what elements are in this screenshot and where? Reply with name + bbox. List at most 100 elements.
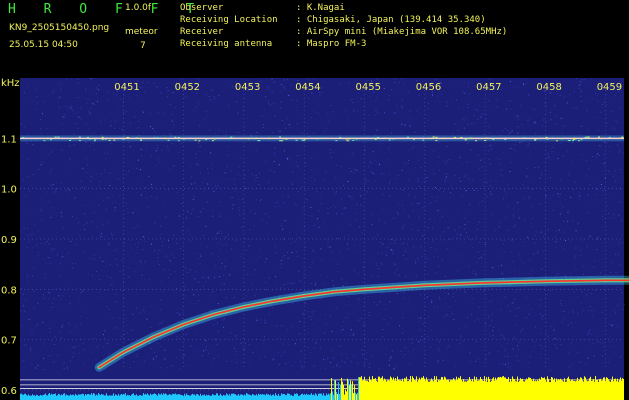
noise-speck [59,96,61,98]
noise-speck [138,127,139,128]
noise-speck [222,319,224,321]
noise-speck [313,347,315,349]
level-bar [245,395,246,400]
noise-speck [540,332,542,334]
level-bar [444,376,445,400]
noise-speck [492,330,494,332]
noise-speck [427,119,429,121]
noise-speck [281,263,282,265]
noise-speck [92,103,94,105]
noise-speck [554,105,556,107]
steady-signal-speck [465,138,468,140]
noise-speck [58,106,60,108]
level-bar [375,378,376,400]
noise-speck [55,191,57,193]
noise-speck [85,88,87,90]
noise-speck [324,314,326,316]
noise-speck [574,182,576,184]
steady-signal-speck [214,138,217,140]
x-axis-ticks: 0451045204530454045504560457045804590500 [114,82,622,93]
noise-speck [234,270,236,272]
noise-speck [540,353,542,355]
level-bar [112,395,113,400]
noise-speck [311,215,313,217]
noise-speck [422,207,424,209]
noise-speck [478,221,480,223]
level-bar [89,394,90,400]
noise-speck [176,287,178,289]
noise-speck [123,333,125,335]
noise-speck [27,227,29,229]
info-value: : AirSpy mini (Miakejima VOR 108.65MHz) [296,27,508,37]
noise-speck [565,240,566,241]
level-bar [214,395,215,400]
noise-speck [93,149,95,151]
level-bar [230,395,231,400]
noise-speck [130,122,131,124]
noise-speck [324,359,326,361]
level-bar [215,395,216,400]
noise-speck [214,98,215,100]
noise-speck [523,242,525,243]
steady-signal-speck [211,140,214,142]
noise-speck [488,333,490,335]
noise-speck [315,342,317,344]
level-bar [301,394,302,400]
level-bar [341,377,342,400]
noise-speck [332,152,334,153]
level-bar [58,393,59,400]
noise-speck [377,234,379,236]
noise-speck [370,161,372,163]
noise-speck [489,335,491,337]
noise-speck [212,350,214,352]
level-bar [300,395,301,400]
noise-speck [75,327,77,329]
noise-speck [388,99,390,101]
noise-speck [606,204,608,206]
level-bar [149,395,150,400]
noise-speck [333,204,335,206]
level-bar [44,394,45,400]
noise-speck [220,233,222,235]
noise-speck [409,110,411,112]
noise-speck [415,260,417,262]
level-bar [305,394,306,400]
noise-speck [554,236,556,238]
noise-speck [181,203,183,205]
noise-speck [308,97,309,99]
steady-signal-speck [50,139,52,141]
noise-speck [522,133,524,135]
noise-speck [280,259,282,261]
noise-speck [541,315,543,317]
level-bar [68,395,69,400]
noise-speck [219,216,221,217]
noise-speck [262,219,264,221]
noise-speck [508,366,510,368]
noise-speck [218,330,219,332]
noise-speck [295,161,297,163]
noise-speck [405,251,407,253]
noise-speck [42,322,44,323]
level-bar [206,394,207,400]
noise-speck [597,340,599,342]
noise-speck [610,272,612,273]
noise-speck [153,130,155,132]
noise-speck [579,367,581,369]
noise-speck [116,248,118,250]
noise-speck [311,169,313,171]
noise-speck [234,187,236,189]
noise-speck [438,341,440,343]
level-bar [360,377,361,400]
noise-speck [460,336,462,338]
noise-speck [540,305,542,307]
level-bar [415,380,416,400]
noise-speck [504,355,506,357]
noise-speck [158,264,160,265]
noise-speck [570,322,572,324]
noise-speck [600,111,602,113]
noise-speck [500,309,502,311]
noise-speck [485,358,487,360]
noise-speck [611,110,613,112]
noise-speck [391,89,392,91]
level-bar [532,381,533,400]
